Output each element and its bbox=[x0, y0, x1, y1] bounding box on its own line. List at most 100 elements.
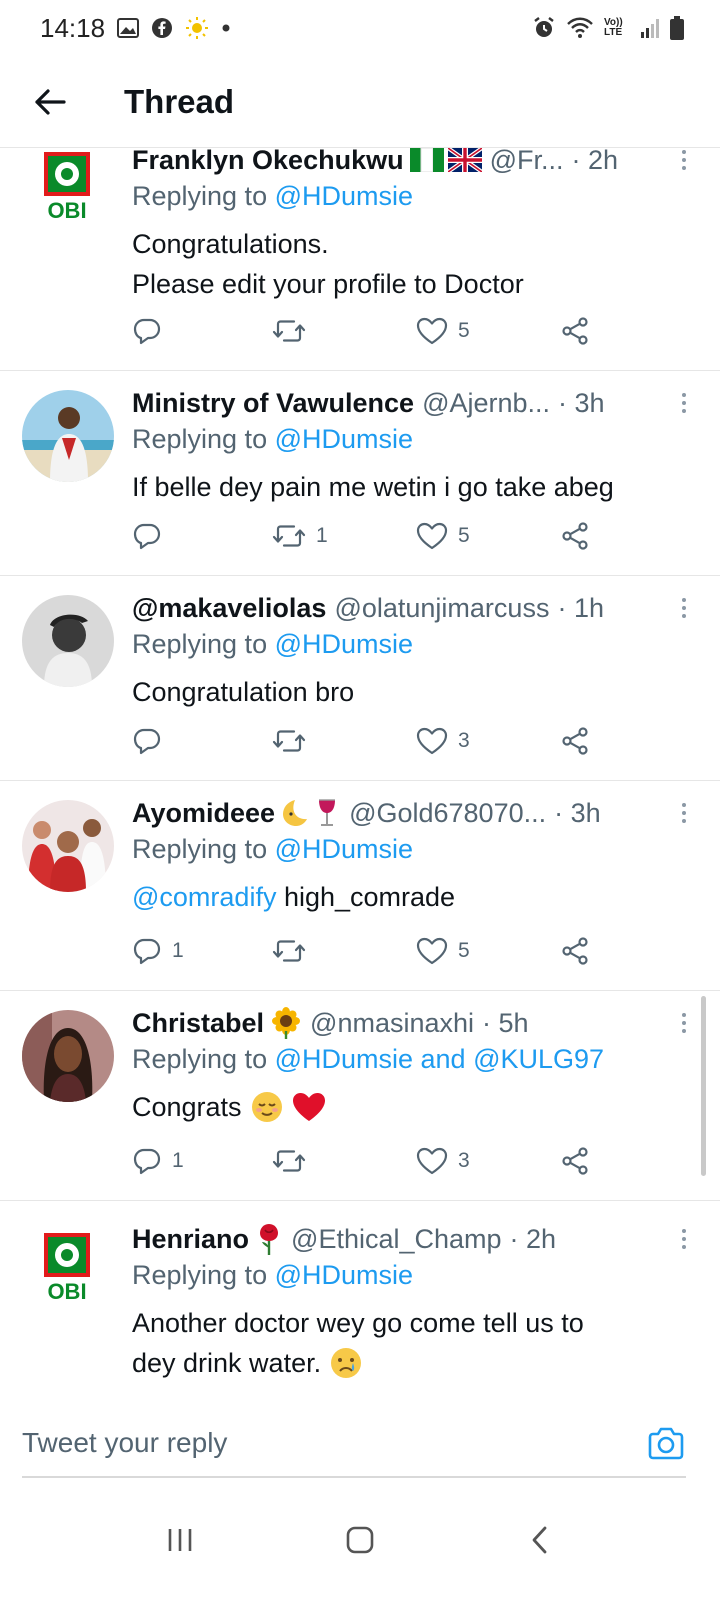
tweet-text: Congratulation bro bbox=[132, 672, 690, 712]
share-icon bbox=[562, 727, 588, 755]
share-button[interactable] bbox=[560, 311, 590, 351]
tweet-actions: 3 bbox=[132, 721, 602, 761]
replying-to: Replying to @HDumsie bbox=[132, 424, 413, 455]
reply-button[interactable]: 1 bbox=[132, 1141, 184, 1181]
like-button[interactable]: 5 bbox=[416, 931, 470, 971]
retweet-button[interactable] bbox=[272, 931, 316, 971]
like-button[interactable]: 3 bbox=[416, 721, 470, 761]
obi-label: OBI bbox=[47, 1279, 87, 1303]
camera-button[interactable] bbox=[646, 1424, 686, 1464]
tweet-time: · 1h bbox=[557, 592, 604, 623]
signal-icon bbox=[640, 17, 660, 39]
tweet-actions: 5 bbox=[132, 311, 602, 351]
tweet[interactable]: OBI Franklyn Okechukwu @Fr... · 2h Reply… bbox=[0, 148, 720, 371]
camera-icon bbox=[648, 1427, 684, 1460]
share-button[interactable] bbox=[560, 931, 590, 971]
more-options-button[interactable] bbox=[674, 588, 694, 628]
moon-face-icon bbox=[283, 800, 308, 826]
reply-button[interactable]: 1 bbox=[132, 931, 184, 971]
tweet[interactable]: Ministry of Vawulence @Ajernb... · 3h Re… bbox=[0, 371, 720, 576]
tweet-text: Congrats bbox=[132, 1087, 690, 1127]
reply-button[interactable] bbox=[132, 311, 172, 351]
avatar[interactable]: OBI bbox=[42, 1233, 92, 1303]
like-count: 5 bbox=[458, 524, 470, 547]
mention-link[interactable]: @comradify bbox=[132, 882, 276, 912]
mention-link[interactable]: @HDumsie bbox=[275, 1260, 413, 1290]
author-handle[interactable]: @Ethical_Champ bbox=[291, 1224, 502, 1255]
share-button[interactable] bbox=[560, 1141, 590, 1181]
author-name[interactable]: Henriano bbox=[132, 1224, 249, 1255]
name-emoji bbox=[409, 148, 482, 172]
like-button[interactable]: 5 bbox=[416, 516, 470, 556]
name-emoji bbox=[270, 1007, 302, 1039]
author-name[interactable]: Christabel bbox=[132, 1008, 264, 1039]
reply-button[interactable] bbox=[132, 721, 172, 761]
share-button[interactable] bbox=[560, 721, 590, 761]
author-name[interactable]: Ayomideee bbox=[132, 798, 275, 829]
more-options-button[interactable] bbox=[674, 383, 694, 423]
tweet-reply-input[interactable] bbox=[0, 1410, 600, 1476]
sunflower-icon bbox=[272, 1007, 301, 1039]
tweet[interactable]: OBI Henriano @Ethical_Champ · 2h Replyin… bbox=[0, 1201, 720, 1411]
rose-icon bbox=[260, 1224, 279, 1255]
alarm-icon bbox=[532, 16, 556, 40]
tweet-time: · 2h bbox=[571, 148, 619, 175]
author-name[interactable]: @makaveliolas bbox=[132, 593, 326, 624]
retweet-button[interactable] bbox=[272, 1141, 316, 1181]
retweet-button[interactable] bbox=[272, 721, 316, 761]
avatar[interactable] bbox=[22, 390, 114, 482]
tweet-text-line: Congrats bbox=[132, 1092, 242, 1122]
name-emoji bbox=[281, 798, 341, 828]
system-back-button[interactable] bbox=[500, 1500, 580, 1580]
author-handle[interactable]: @Ajernb... bbox=[422, 388, 550, 419]
reply-composer bbox=[0, 1410, 720, 1478]
back-button[interactable] bbox=[0, 56, 100, 148]
tweet-text: @comradify high_comrade bbox=[132, 877, 690, 917]
reply-button[interactable] bbox=[132, 516, 172, 556]
reply-icon bbox=[133, 728, 161, 755]
mention-link[interactable]: @HDumsie and @KULG97 bbox=[275, 1044, 604, 1074]
author-handle[interactable]: @Fr... bbox=[490, 148, 564, 176]
tweet-time: · 3h bbox=[558, 387, 605, 418]
home-button[interactable] bbox=[320, 1500, 400, 1580]
like-button[interactable]: 3 bbox=[416, 1141, 470, 1181]
share-icon bbox=[562, 937, 588, 965]
heart-icon bbox=[416, 1147, 448, 1175]
reply-feed[interactable]: OBI Franklyn Okechukwu @Fr... · 2h Reply… bbox=[0, 148, 720, 1428]
avatar[interactable] bbox=[22, 1010, 114, 1102]
author-name[interactable]: Franklyn Okechukwu bbox=[132, 148, 404, 176]
share-icon bbox=[562, 317, 588, 345]
recent-apps-button[interactable] bbox=[140, 1500, 220, 1580]
status-bar: 14:18 Vo)) LTE bbox=[0, 0, 720, 56]
author-handle[interactable]: @Gold678070... bbox=[349, 798, 546, 829]
avatar[interactable] bbox=[22, 595, 114, 687]
mention-link[interactable]: @HDumsie bbox=[275, 424, 413, 454]
tweet-actions: 1 3 bbox=[132, 1141, 602, 1181]
more-options-button[interactable] bbox=[674, 793, 694, 833]
tweet-text: Congratulations. Please edit your profil… bbox=[132, 224, 690, 304]
app-header: Thread bbox=[0, 56, 720, 148]
tweet[interactable]: @makaveliolas @olatunjimarcuss · 1h Repl… bbox=[0, 576, 720, 781]
more-options-button[interactable] bbox=[674, 1219, 694, 1259]
retweet-button[interactable] bbox=[272, 311, 316, 351]
tweet[interactable]: Ayomideee @Gold678070... · 3h Replying t… bbox=[0, 781, 720, 991]
author-name[interactable]: Ministry of Vawulence bbox=[132, 388, 414, 419]
tweet[interactable]: Christabel @nmasinaxhi · 5h Replying to … bbox=[0, 991, 720, 1201]
retweet-button[interactable]: 1 bbox=[272, 516, 328, 556]
mention-link[interactable]: @HDumsie bbox=[275, 834, 413, 864]
mention-link[interactable]: @HDumsie bbox=[275, 181, 413, 211]
author-handle[interactable]: @nmasinaxhi bbox=[310, 1008, 474, 1039]
scrollbar[interactable] bbox=[701, 996, 706, 1176]
mention-link[interactable]: @HDumsie bbox=[275, 629, 413, 659]
share-button[interactable] bbox=[560, 516, 590, 556]
like-button[interactable]: 5 bbox=[416, 311, 470, 351]
more-options-button[interactable] bbox=[674, 1003, 694, 1043]
reply-prefix: Replying to bbox=[132, 181, 275, 211]
back-arrow-icon bbox=[35, 88, 66, 115]
reply-prefix: Replying to bbox=[132, 1260, 275, 1290]
wifi-icon bbox=[566, 17, 594, 39]
more-options-button[interactable] bbox=[674, 148, 694, 180]
author-handle[interactable]: @olatunjimarcuss bbox=[334, 593, 549, 624]
avatar[interactable] bbox=[22, 800, 114, 892]
avatar[interactable]: OBI bbox=[42, 152, 92, 222]
